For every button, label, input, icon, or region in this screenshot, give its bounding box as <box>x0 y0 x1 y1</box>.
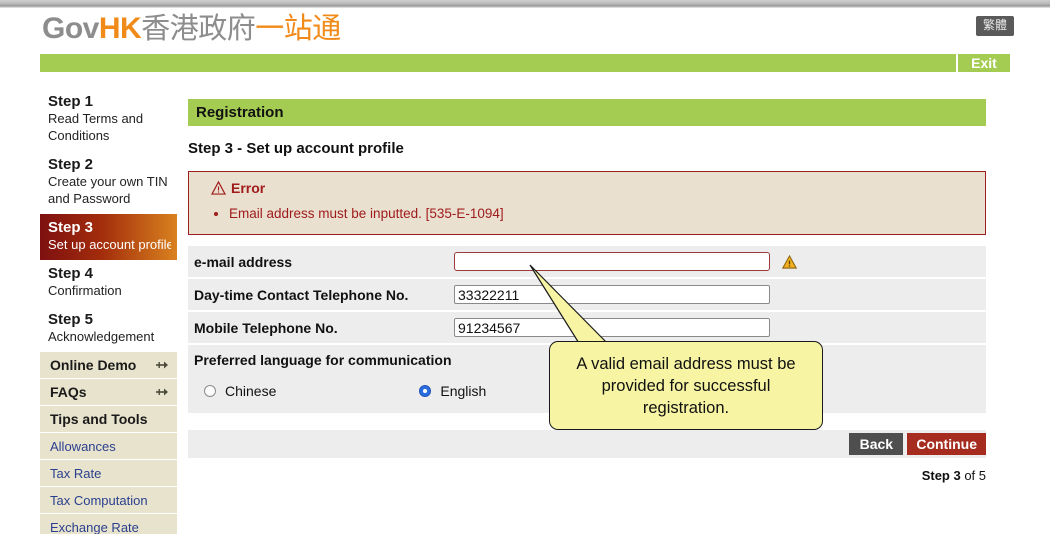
arrow-right-icon <box>156 388 168 396</box>
sidebar: Step 1 Read Terms and Conditions Step 2 Cre… <box>40 88 177 534</box>
sidebar-step-description: Set up account profile <box>48 237 171 252</box>
radio-button[interactable] <box>419 385 432 397</box>
error-header: Error <box>199 180 975 196</box>
radio-button[interactable] <box>204 385 216 397</box>
sidebar-link-tax-computation[interactable]: Tax Computation <box>40 487 177 514</box>
sidebar-step-title: Step 4 <box>48 265 94 282</box>
top-nav-bar <box>40 54 1010 72</box>
sidebar-link-label: Exchange Rate <box>50 519 139 534</box>
main-content: Registration Step 3 - Set up account pro… <box>188 99 986 483</box>
profile-form: e-mail address Day-time Contact Telephone… <box>188 246 986 345</box>
sidebar-step-title: Step 2 <box>48 156 94 173</box>
error-message-list: Email address must be inputted. [535-E-1… <box>199 205 975 222</box>
sidebar-step-title: Step 5 <box>48 311 94 328</box>
sidebar-step-4[interactable]: Step 4 Confirmation <box>40 260 177 306</box>
error-message-item: Email address must be inputted. [535-E-1… <box>229 205 975 222</box>
step-counter: Step 3 of 5 <box>188 468 986 483</box>
input-e-mail-address[interactable] <box>454 252 770 271</box>
sidebar-step-description: Create your own TIN and Password <box>48 174 168 206</box>
field-label: e-mail address <box>194 253 293 270</box>
form-action-bar: Back Continue <box>188 430 986 458</box>
sidebar-section-label: FAQs <box>50 384 87 400</box>
form-row: e-mail address <box>188 246 986 279</box>
step-counter-current: Step 3 <box>921 468 961 483</box>
sidebar-step-description: Acknowledgement <box>48 329 155 344</box>
preferred-language-label: Preferred language for communication <box>194 352 452 368</box>
error-panel: Error Email address must be inputted. [5… <box>188 171 986 235</box>
language-radio-group[interactable]: Chinese English <box>194 383 986 399</box>
field-label: Day-time Contact Telephone No. <box>194 286 409 303</box>
sidebar-step-title: Step 3 <box>48 219 94 236</box>
continue-button[interactable]: Continue <box>907 433 986 455</box>
sidebar-section-label: Tips and Tools <box>50 411 148 427</box>
back-button[interactable]: Back <box>849 433 904 455</box>
sidebar-link-label: Tax Computation <box>50 492 148 508</box>
sidebar-step-2[interactable]: Step 2 Create your own TIN and Password <box>40 151 177 214</box>
logo-text-chinese-grey: 香港政府 <box>141 13 256 45</box>
sidebar-step-description: Confirmation <box>48 283 122 298</box>
radio-option-english[interactable]: English <box>419 383 486 399</box>
sidebar-link-label: Tax Rate <box>50 465 102 481</box>
input-mobile-telephone-no[interactable] <box>454 318 770 337</box>
step-counter-total: of 5 <box>960 468 986 483</box>
radio-label: English <box>440 383 487 399</box>
sidebar-step-description: Read Terms and Conditions <box>48 111 144 143</box>
radio-label: Chinese <box>225 383 277 399</box>
sidebar-step-5[interactable]: Step 5 Acknowledgement <box>40 306 177 352</box>
page-title: Registration <box>188 99 986 126</box>
sidebar-link-label: Allowances <box>50 438 116 454</box>
sidebar-step-1[interactable]: Step 1 Read Terms and Conditions <box>40 88 177 151</box>
field-warning-triangle-icon <box>782 254 797 269</box>
sidebar-link-tax-rate[interactable]: Tax Rate <box>40 460 177 487</box>
page-root: GovHK香港政府一站通 繁體 Exit Step 1 Read Terms an… <box>0 0 1050 534</box>
section-title: Step 3 - Set up account profile <box>188 140 404 157</box>
arrow-right-icon <box>156 361 168 369</box>
logo-text-gov: Gov <box>42 12 99 45</box>
form-row: Mobile Telephone No. <box>188 312 986 345</box>
language-toggle-button[interactable]: 繁體 <box>975 16 1014 36</box>
error-warning-triangle-icon <box>211 181 226 195</box>
sidebar-link-allowances[interactable]: Allowances <box>40 433 177 460</box>
browser-chrome-strip <box>0 0 1050 8</box>
field-label: Mobile Telephone No. <box>194 319 338 336</box>
sidebar-link-exchange-rate[interactable]: Exchange Rate <box>40 514 177 534</box>
logo-text-chinese-orange: 一站通 <box>255 13 341 45</box>
error-title: Error <box>231 180 266 196</box>
govhk-logo[interactable]: GovHK香港政府一站通 <box>42 10 341 48</box>
sidebar-section-label: Online Demo <box>50 357 137 373</box>
sidebar-step-3[interactable]: Step 3 Set up account profile <box>40 214 177 260</box>
exit-button[interactable]: Exit <box>956 54 1010 72</box>
sidebar-step-title: Step 1 <box>48 93 94 110</box>
sidebar-section-online-demo[interactable]: Online Demo <box>40 352 177 379</box>
sidebar-section-tips-and-tools: Tips and Tools <box>40 406 177 433</box>
input-day-time-contact-telephone-no[interactable] <box>454 285 770 304</box>
sidebar-section-faqs[interactable]: FAQs <box>40 379 177 406</box>
preferred-language-block: Preferred language for communication Chi… <box>188 345 986 413</box>
logo-text-hk: HK <box>98 12 142 45</box>
form-row: Day-time Contact Telephone No. <box>188 279 986 312</box>
radio-option-chinese[interactable]: Chinese <box>204 383 276 399</box>
